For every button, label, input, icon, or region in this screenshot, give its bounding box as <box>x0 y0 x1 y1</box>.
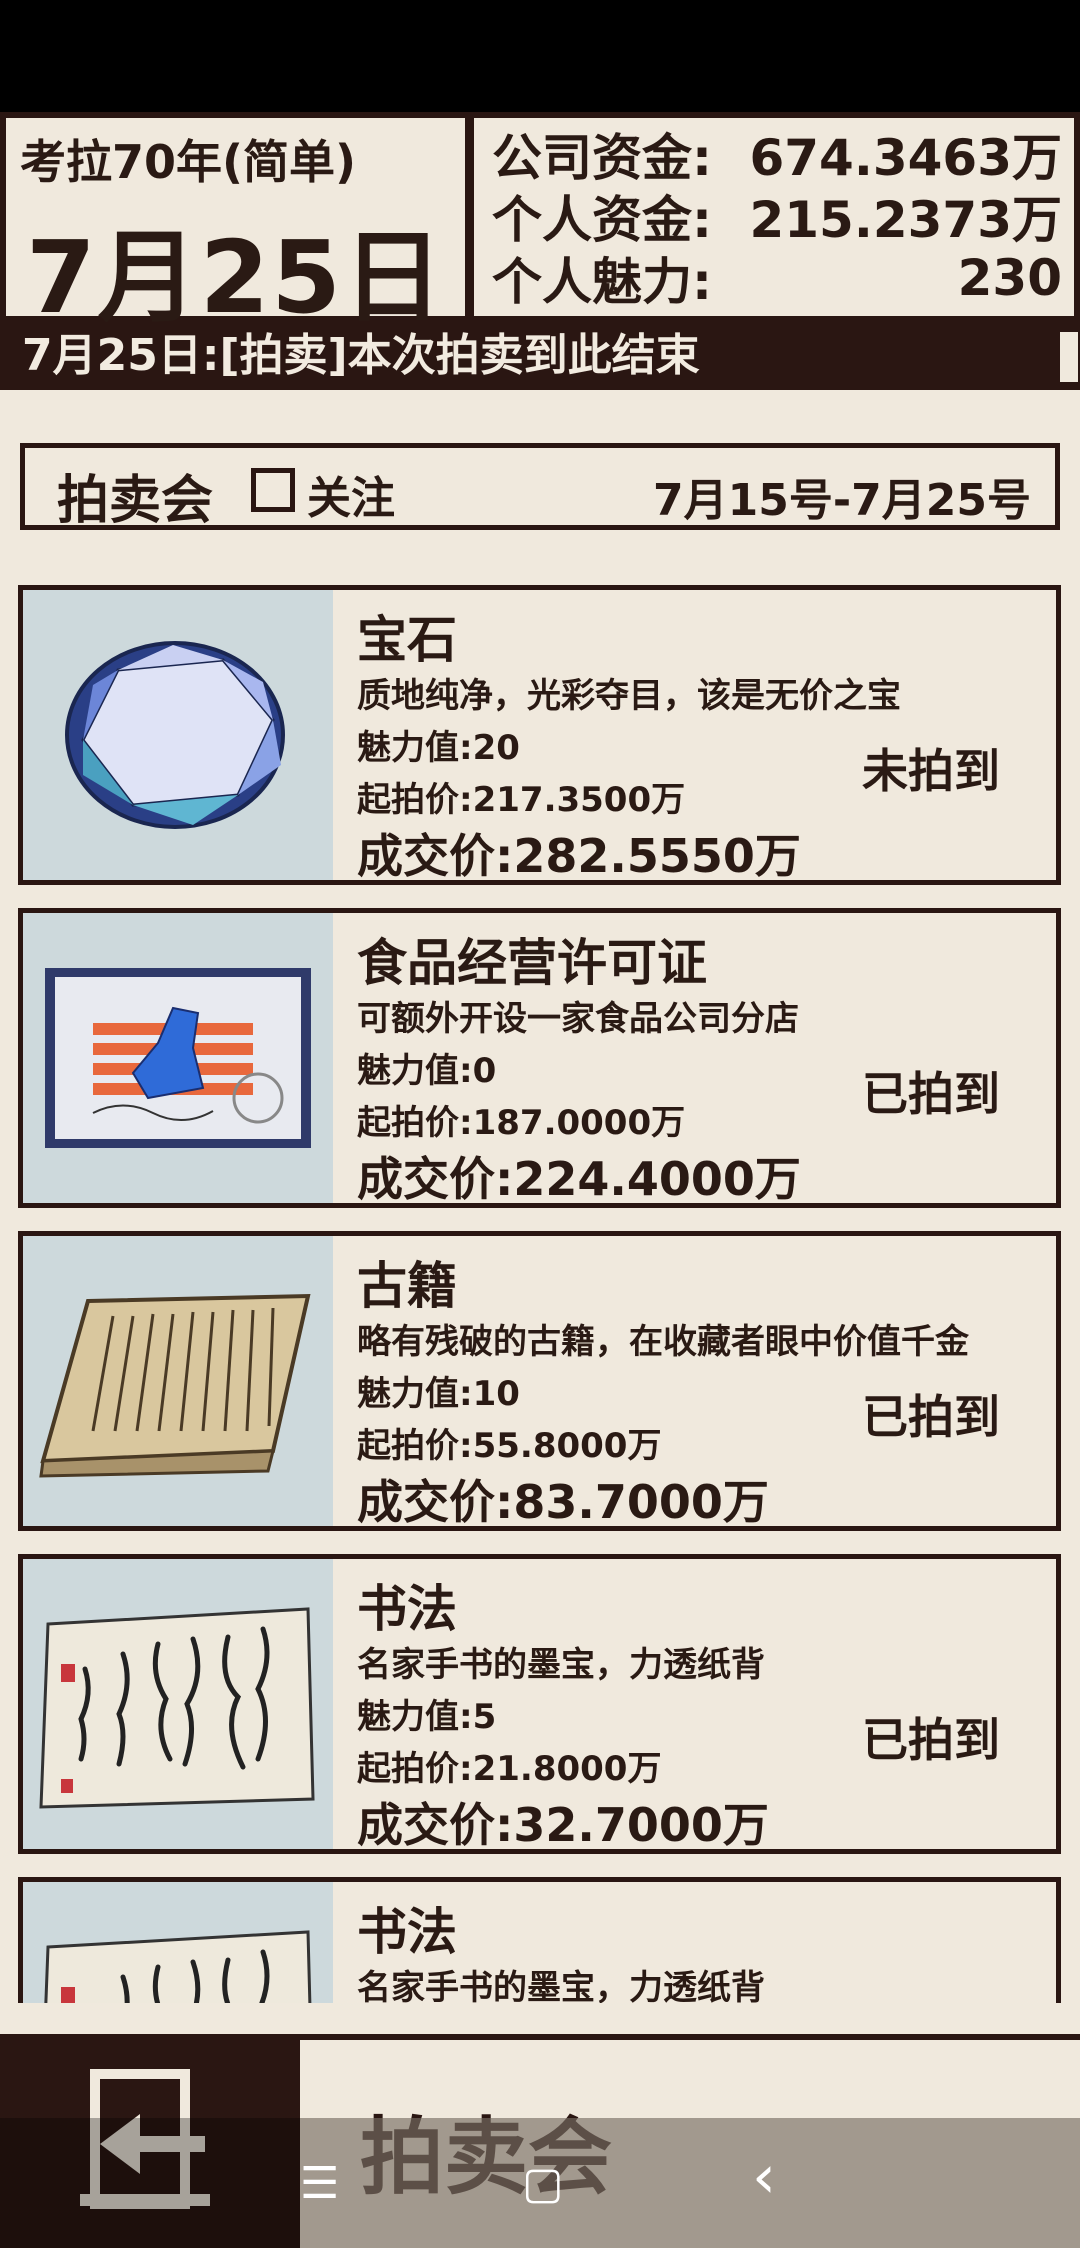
navbar-shade <box>0 2118 300 2248</box>
status-bar <box>0 0 1080 112</box>
item-charm: 魅力值:10 <box>357 1374 520 1414</box>
item-start-price: 起拍价:187.0000万 <box>357 1103 686 1143</box>
item-description: 名家手书的墨宝，力透纸背 <box>357 1968 765 2003</box>
item-name: 书法 <box>357 1580 457 1638</box>
charm-label: 个人魅力: <box>492 253 712 311</box>
auction-item-card[interactable]: 食品经营许可证 可额外开设一家食品公司分店 魅力值:0 起拍价:187.0000… <box>18 908 1061 1208</box>
item-final-price: 成交价:83.7000万 <box>357 1475 769 1529</box>
personal-funds-value: 215.2373万 <box>749 191 1062 249</box>
funds-panel: 公司资金: 674.3463万 个人资金: 215.2373万 个人魅力: 23… <box>474 118 1074 316</box>
auction-date-range: 7月15号-7月25号 <box>653 475 1031 526</box>
item-final-price: 成交价:32.7000万 <box>357 1798 769 1852</box>
auction-item-card[interactable]: 书法 名家手书的墨宝，力透纸背 魅力值:5 起拍价:21.8000万 成交价:3… <box>18 1554 1061 1854</box>
ticker-message: 7月25日:[拍卖]本次拍卖到此结束 <box>22 330 700 381</box>
license-icon <box>23 913 333 1203</box>
company-funds-row: 公司资金: 674.3463万 <box>492 124 1062 187</box>
item-status: 未拍到 <box>862 744 1000 798</box>
system-navbar: ☰ ▢ ‹ <box>300 2118 1080 2248</box>
date-panel: 考拉70年(简单) 7月25日 <box>6 118 465 336</box>
item-final-price: 成交价:282.5550万 <box>357 829 801 883</box>
gem-icon <box>23 590 333 880</box>
item-description: 名家手书的墨宝，力透纸背 <box>357 1645 765 1685</box>
auction-screen: 考拉70年(简单) 7月25日 公司资金: 674.3463万 个人资金: 21… <box>0 0 1080 2248</box>
home-icon[interactable]: ▢ <box>522 2158 564 2209</box>
item-description: 质地纯净，光彩夺目，该是无价之宝 <box>357 676 901 716</box>
back-icon[interactable]: ‹ <box>752 2142 776 2212</box>
auction-item-list[interactable]: 宝石 质地纯净，光彩夺目，该是无价之宝 魅力值:20 起拍价:217.3500万… <box>0 585 1080 2003</box>
item-name: 古籍 <box>357 1257 457 1315</box>
auction-item-card[interactable]: 宝石 质地纯净，光彩夺目，该是无价之宝 魅力值:20 起拍价:217.3500万… <box>18 585 1061 885</box>
current-date: 7月25日 <box>26 219 445 336</box>
item-description: 略有残破的古籍，在收藏者眼中价值千金 <box>357 1322 969 1362</box>
item-final-price: 成交价:224.4000万 <box>357 1152 801 1206</box>
item-charm: 魅力值:20 <box>357 728 520 768</box>
menu-icon[interactable]: ☰ <box>300 2158 339 2209</box>
game-header: 考拉70年(简单) 7月25日 公司资金: 674.3463万 个人资金: 21… <box>0 112 1080 336</box>
year-label: 考拉70年(简单) <box>20 135 357 189</box>
book-icon <box>23 1236 333 1526</box>
personal-funds-row: 个人资金: 215.2373万 <box>492 186 1062 249</box>
auction-header: 拍卖会 关注 7月15号-7月25号 <box>20 443 1060 531</box>
charm-value: 230 <box>957 249 1062 307</box>
news-ticker[interactable]: 7月25日:[拍卖]本次拍卖到此结束 <box>0 322 1080 390</box>
item-name: 书法 <box>357 1903 457 1961</box>
auction-title: 拍卖会 <box>57 471 214 531</box>
charm-row: 个人魅力: 230 <box>492 248 1062 311</box>
auction-item-card[interactable]: 书法 名家手书的墨宝，力透纸背 <box>18 1877 1061 2003</box>
ticker-scroll-handle[interactable] <box>1058 330 1080 384</box>
item-name: 宝石 <box>357 611 457 669</box>
follow-checkbox[interactable] <box>251 468 295 512</box>
item-start-price: 起拍价:55.8000万 <box>357 1426 662 1466</box>
calligraphy-icon <box>23 1882 333 2003</box>
item-start-price: 起拍价:217.3500万 <box>357 780 686 820</box>
item-name: 食品经营许可证 <box>357 934 707 992</box>
calligraphy-icon <box>23 1559 333 1849</box>
item-charm: 魅力值:0 <box>357 1051 497 1091</box>
item-status: 已拍到 <box>862 1390 1000 1444</box>
item-status: 已拍到 <box>862 1713 1000 1767</box>
item-charm: 魅力值:5 <box>357 1697 497 1737</box>
item-start-price: 起拍价:21.8000万 <box>357 1749 662 1789</box>
item-description: 可额外开设一家食品公司分店 <box>357 999 799 1039</box>
auction-item-card[interactable]: 古籍 略有残破的古籍，在收藏者眼中价值千金 魅力值:10 起拍价:55.8000… <box>18 1231 1061 1531</box>
item-status: 已拍到 <box>862 1067 1000 1121</box>
follow-label[interactable]: 关注 <box>307 462 395 526</box>
